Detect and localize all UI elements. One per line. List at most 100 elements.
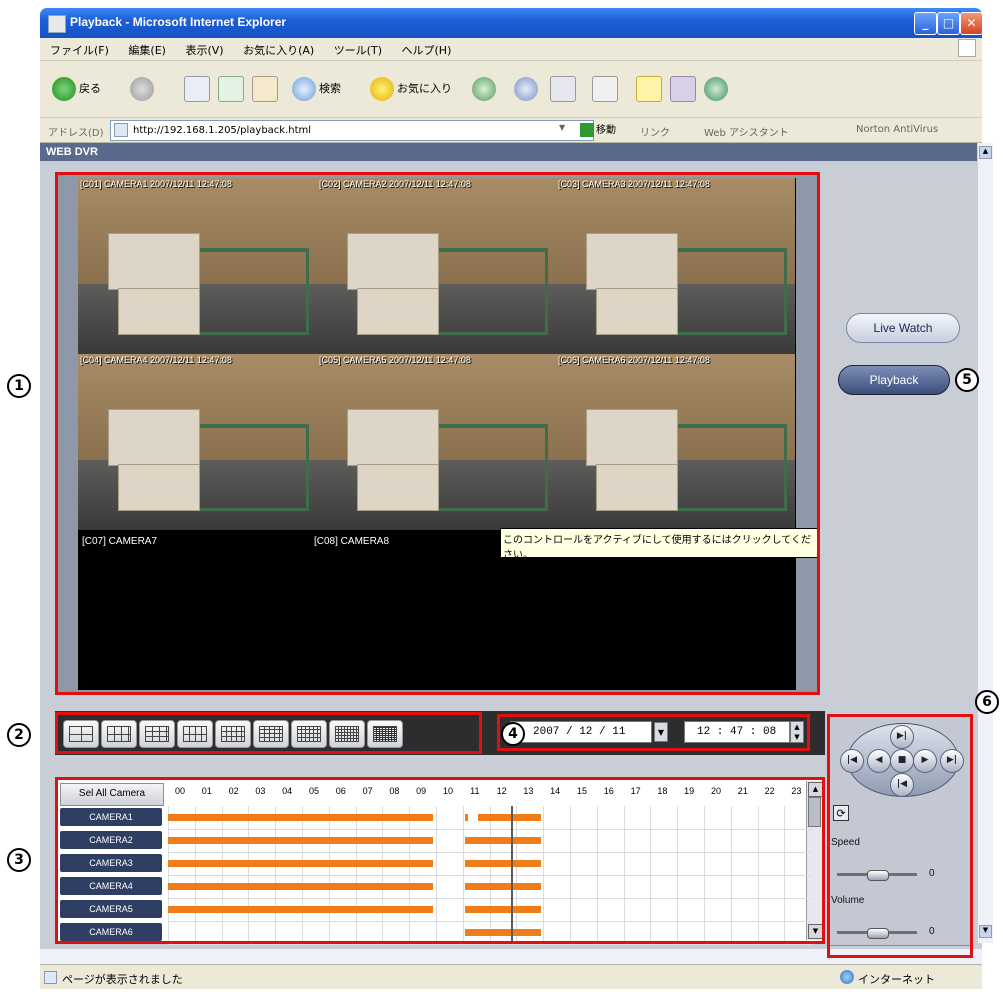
close-button[interactable]: ✕ (960, 12, 983, 35)
forward-button[interactable] (130, 75, 157, 103)
window-title: Playback - Microsoft Internet Explorer (70, 15, 287, 29)
camera-name-button[interactable]: CAMERA3 (60, 854, 162, 872)
scroll-down-arrow-icon[interactable]: ▼ (979, 925, 992, 938)
current-time-marker[interactable] (510, 806, 513, 942)
recording-segment[interactable] (465, 883, 541, 890)
layout-9-button[interactable] (139, 720, 175, 748)
recording-segment[interactable] (168, 837, 434, 844)
timeline-scroll-up-icon[interactable]: ▲ (808, 782, 823, 797)
address-dropdown-icon[interactable]: ▼ (559, 123, 565, 132)
refresh-button[interactable] (218, 75, 247, 103)
skip-back-icon[interactable]: |◀ (840, 749, 864, 773)
links-button[interactable]: リンク (640, 124, 670, 139)
history-button[interactable] (472, 75, 499, 103)
box (118, 288, 200, 335)
discuss-button[interactable] (636, 75, 665, 103)
time-spinner[interactable]: ▲ ▼ (790, 721, 804, 743)
menu-tools[interactable]: ツール(T) (334, 42, 382, 58)
recording-segment[interactable] (168, 860, 434, 867)
recording-segment[interactable] (168, 906, 434, 913)
hour-label: 14 (550, 786, 561, 796)
step-forward-icon[interactable]: ▶| (890, 725, 914, 749)
play-icon[interactable]: ▶ (913, 749, 937, 773)
stop-icon[interactable]: ■ (890, 749, 914, 773)
home-button[interactable] (252, 75, 281, 103)
print-button[interactable] (550, 75, 579, 103)
recording-segment[interactable] (477, 814, 541, 821)
speed-slider-thumb[interactable] (867, 870, 889, 881)
back-button[interactable]: 戻る (52, 75, 101, 103)
spin-down-icon[interactable]: ▼ (791, 732, 803, 742)
research-button[interactable] (670, 75, 699, 103)
layout-25-button[interactable] (367, 720, 403, 748)
recording-segment[interactable] (465, 837, 541, 844)
recording-segment[interactable] (168, 883, 434, 890)
menu-view[interactable]: 表示(V) (185, 42, 223, 58)
web-assistant-button[interactable]: Web アシスタント (704, 124, 789, 139)
recording-segment[interactable] (465, 814, 469, 821)
stop-button[interactable] (184, 75, 213, 103)
page-horizontal-scrollbar[interactable] (40, 948, 982, 964)
go-button[interactable]: 移動 (580, 121, 616, 137)
playback-button[interactable]: Playback (838, 365, 950, 395)
layout-8-button[interactable] (177, 720, 213, 748)
edit-button[interactable] (592, 75, 621, 103)
camera-tile-5[interactable]: [C05] CAMERA5 2007/12/11 12:47:08 (317, 354, 556, 530)
video-display-area[interactable]: [C01] CAMERA1 2007/12/11 12:47:08 [C02] … (78, 178, 796, 690)
recording-segment[interactable] (465, 906, 541, 913)
layout-16-button[interactable] (291, 720, 327, 748)
menu-file[interactable]: ファイル(F) (50, 42, 109, 58)
camera-tile-6[interactable]: [C06] CAMERA6 2007/12/11 12:47:08 (556, 354, 795, 530)
norton-antivirus-button[interactable]: Norton AntiVirus (856, 124, 938, 135)
menu-favorites[interactable]: お気に入り(A) (243, 42, 314, 58)
internet-zone-icon (840, 970, 854, 984)
layout-1x1-button[interactable] (63, 720, 99, 748)
sync-icon[interactable]: ⟳ (833, 805, 849, 821)
mail-button[interactable] (514, 75, 541, 103)
grid-20-icon (335, 726, 359, 742)
minimize-button[interactable]: _ (914, 12, 937, 35)
camera-8-label: [C08] CAMERA8 (314, 536, 390, 547)
page-vertical-scrollbar[interactable]: ▲ ▼ (977, 143, 993, 943)
select-all-cameras-button[interactable]: Sel All Camera (60, 783, 164, 806)
camera-name-button[interactable]: CAMERA6 (60, 923, 162, 941)
hour-label: 03 (255, 786, 266, 796)
recording-segment[interactable] (168, 814, 434, 821)
maximize-button[interactable]: □ (937, 12, 960, 35)
messenger-button[interactable] (704, 75, 731, 103)
camera-name-button[interactable]: CAMERA5 (60, 900, 162, 918)
date-dropdown-icon[interactable]: ▼ (654, 722, 668, 742)
callout-1: 1 (7, 374, 31, 398)
scroll-up-arrow-icon[interactable]: ▲ (979, 146, 992, 159)
camera-name-button[interactable]: CAMERA4 (60, 877, 162, 895)
camera-name-button[interactable]: CAMERA1 (60, 808, 162, 826)
favorites-button[interactable]: お気に入り (370, 75, 452, 103)
layout-20-button[interactable] (329, 720, 365, 748)
camera-tile-2[interactable]: [C02] CAMERA2 2007/12/11 12:47:08 (317, 178, 556, 354)
step-back-icon[interactable]: |◀ (890, 773, 914, 797)
menu-help[interactable]: ヘルプ(H) (402, 42, 452, 58)
time-input[interactable]: 12 : 47 : 08 (684, 721, 790, 743)
ie-page-icon (48, 15, 66, 33)
recording-segment[interactable] (465, 860, 541, 867)
spin-up-icon[interactable]: ▲ (791, 722, 803, 732)
hour-label: 09 (416, 786, 427, 796)
print-icon (550, 76, 576, 102)
recording-segment[interactable] (465, 929, 541, 936)
address-input[interactable]: http://192.168.1.205/playback.html (110, 120, 594, 141)
date-picker[interactable]: 2007 / 12 / 11 (510, 721, 652, 743)
skip-forward-icon[interactable]: ▶| (940, 749, 964, 773)
volume-slider-thumb[interactable] (867, 928, 889, 939)
camera-tile-3[interactable]: [C03] CAMERA3 2007/12/11 12:47:08 (556, 178, 795, 354)
menu-edit[interactable]: 編集(E) (128, 42, 166, 58)
camera-tile-1[interactable]: [C01] CAMERA1 2007/12/11 12:47:08 (78, 178, 317, 354)
layout-6-button[interactable] (101, 720, 137, 748)
camera-tile-4[interactable]: [C04] CAMERA4 2007/12/11 12:47:08 (78, 354, 317, 530)
layout-10-button[interactable] (215, 720, 251, 748)
browser-toolbar: 戻る 検索 お気に入り (40, 61, 982, 118)
layout-13-button[interactable] (253, 720, 289, 748)
camera-name-button[interactable]: CAMERA2 (60, 831, 162, 849)
live-watch-button[interactable]: Live Watch (846, 313, 960, 343)
search-button[interactable]: 検索 (292, 75, 341, 103)
reverse-play-icon[interactable]: ◀ (867, 749, 891, 773)
